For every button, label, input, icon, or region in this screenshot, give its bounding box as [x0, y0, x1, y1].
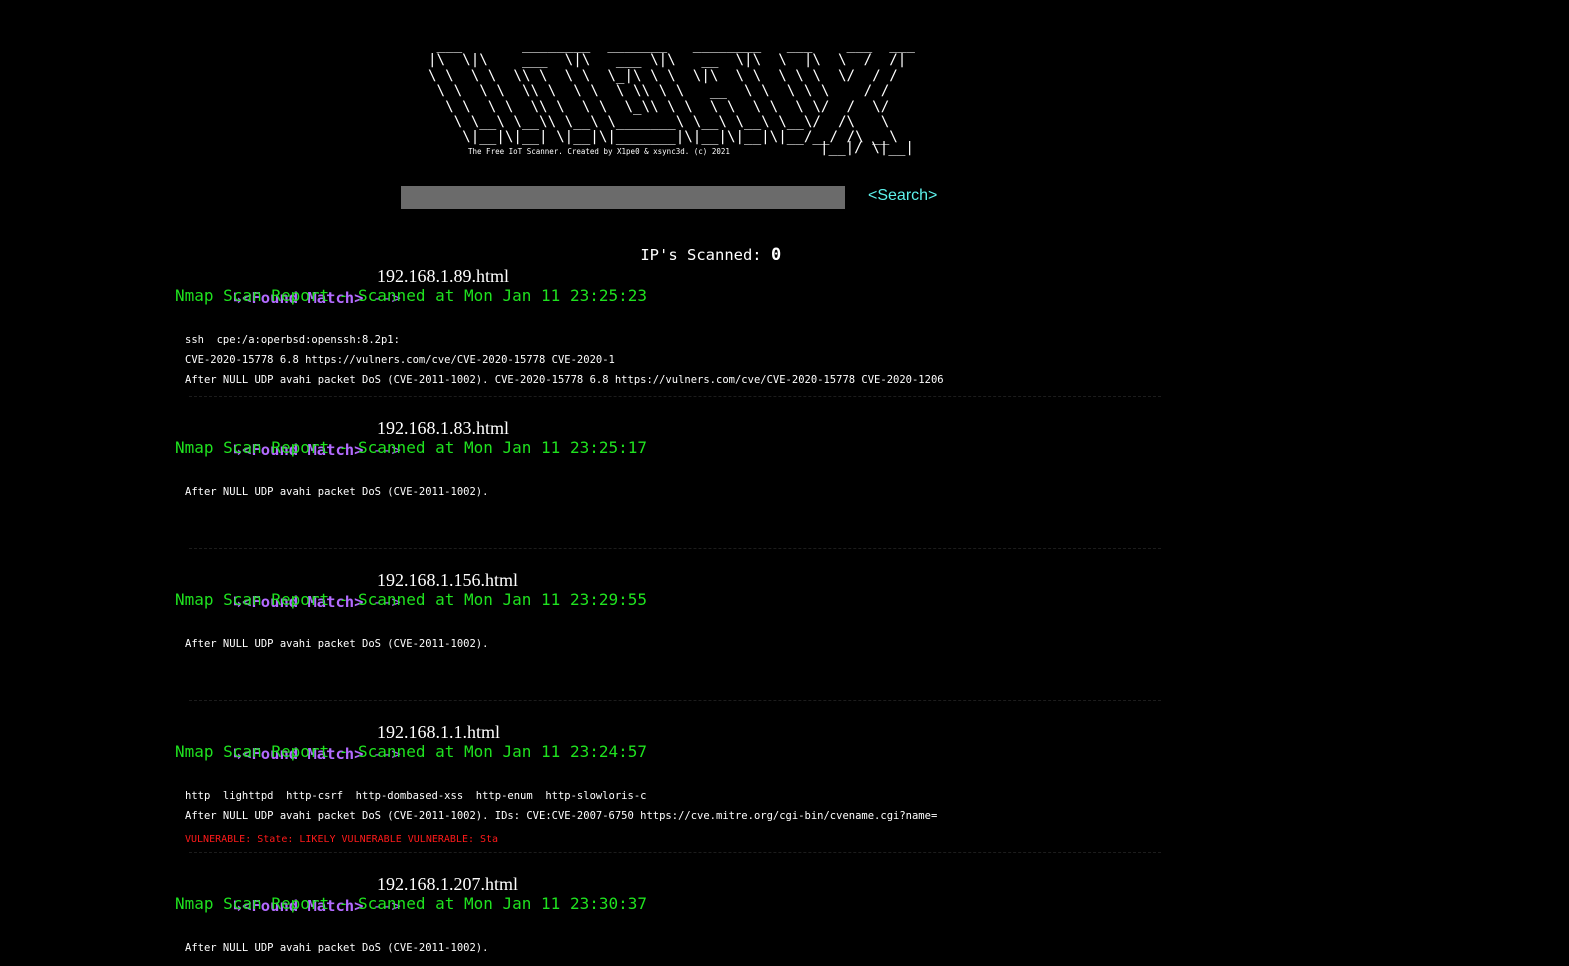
- report-title: Nmap Scan Report - Scanned at Mon Jan 11…: [175, 894, 648, 913]
- report-title: Nmap Scan Report - Scanned at Mon Jan 11…: [175, 438, 648, 457]
- result-detail-line: After NULL UDP avahi packet DoS (CVE-201…: [185, 942, 489, 954]
- report-title: Nmap Scan Report - Scanned at Mon Jan 11…: [175, 590, 648, 609]
- divider: [189, 700, 1161, 701]
- divider: [189, 396, 1161, 397]
- search-input[interactable]: [401, 186, 845, 209]
- result-detail-line: CVE-2020-15778 6.8 https://vulners.com/c…: [185, 354, 615, 366]
- result-detail-line: After NULL UDP avahi packet DoS (CVE-201…: [185, 638, 489, 650]
- counter-label: IP's Scanned:: [640, 246, 771, 264]
- result-file-link[interactable]: 192.168.1.207.html: [377, 874, 518, 895]
- result-entry: ↳<Found Match> --> 192.168.1.156.html Nm…: [175, 570, 1165, 724]
- result-entry: ↳<Found Match> --> 192.168.1.207.html Nm…: [175, 874, 1165, 966]
- result-detail-line: After NULL UDP avahi packet DoS (CVE-201…: [185, 486, 489, 498]
- divider: [189, 852, 1161, 853]
- result-file-link[interactable]: 192.168.1.83.html: [377, 418, 509, 439]
- report-title: Nmap Scan Report - Scanned at Mon Jan 11…: [175, 742, 648, 761]
- result-file-link[interactable]: 192.168.1.89.html: [377, 266, 509, 287]
- counter-value: 0: [770, 245, 782, 265]
- divider: [189, 548, 1161, 549]
- page: ___ ________ _______ ________ ___ ___ __…: [0, 0, 1569, 966]
- result-file-link[interactable]: 192.168.1.156.html: [377, 570, 518, 591]
- result-detail-line: After NULL UDP avahi packet DoS (CVE-201…: [185, 374, 944, 386]
- result-entry: ↳<Found Match> --> 192.168.1.83.html Nma…: [175, 418, 1165, 572]
- result-detail-line: ssh cpe:/a:operbsd:openssh:8.2p1:: [185, 334, 400, 346]
- logo-tagline: The Free IoT Scanner. Created by X1pe0 &…: [468, 147, 730, 156]
- result-entry: ↳<Found Match> --> 192.168.1.1.html Nmap…: [175, 722, 1165, 876]
- ascii-logo-tail: |__|/ \|__|: [820, 140, 914, 156]
- report-title: Nmap Scan Report - Scanned at Mon Jan 11…: [175, 286, 648, 305]
- result-entry: ↳<Found Match> --> 192.168.1.89.html Nma…: [175, 266, 1165, 420]
- ascii-logo: ___ ________ _______ ________ ___ ___ __…: [428, 37, 915, 146]
- vulnerable-status: VULNERABLE: State: LIKELY VULNERABLE VUL…: [185, 834, 499, 845]
- result-detail-line: http lighttpd http-csrf http-dombased-xs…: [185, 790, 647, 802]
- search-button[interactable]: <Search>: [868, 187, 937, 205]
- result-detail-line: After NULL UDP avahi packet DoS (CVE-201…: [185, 810, 938, 822]
- result-file-link[interactable]: 192.168.1.1.html: [377, 722, 500, 743]
